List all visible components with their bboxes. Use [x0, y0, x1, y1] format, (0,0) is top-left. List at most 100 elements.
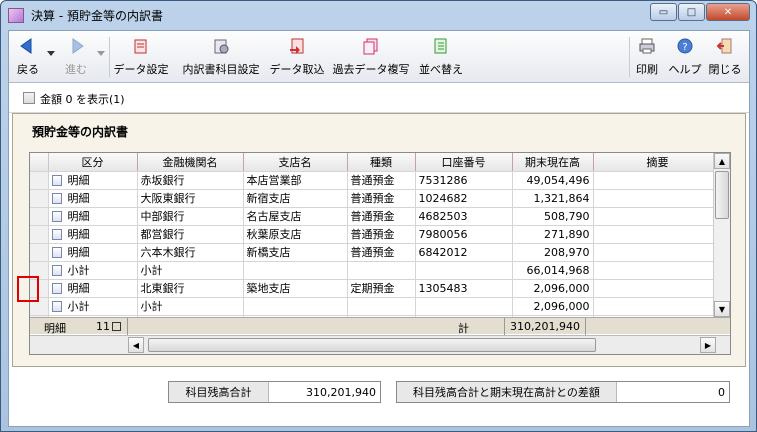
cell-account[interactable] [415, 261, 513, 280]
cell-type[interactable]: 普通預金 [347, 171, 416, 190]
row-selector[interactable] [30, 207, 49, 226]
cell-type[interactable]: 定期預金 [347, 279, 416, 298]
cell-account[interactable]: 7531286 [415, 171, 513, 190]
column-header[interactable]: 金融機関名 [137, 153, 244, 172]
cell-bank[interactable]: 小計 [137, 297, 244, 316]
cell-kubun[interactable]: 小計 [48, 297, 138, 316]
cell-type[interactable]: 普通預金 [347, 243, 416, 262]
cell-bank[interactable]: 小計 [137, 261, 244, 280]
cell-branch[interactable]: 名古屋支店 [243, 207, 348, 226]
cell-kubun[interactable]: 明細 [48, 243, 138, 262]
close-window-button[interactable]: ✕ [706, 3, 750, 21]
forward-button[interactable]: 進む [61, 35, 91, 79]
vertical-scroll-thumb[interactable] [715, 171, 729, 219]
cell-type[interactable]: 普通預金 [347, 189, 416, 208]
cell-kubun[interactable]: 明細 [48, 189, 138, 208]
cell-amount[interactable]: 208,970 [512, 243, 594, 262]
print-button[interactable]: 印刷 [633, 35, 661, 79]
scroll-down-icon[interactable]: ▼ [714, 301, 730, 317]
column-header[interactable]: 支店名 [243, 153, 348, 172]
table-row[interactable]: 明細 大阪東銀行 新宿支店 普通預金 1024682 1,321,864 [30, 189, 723, 208]
show-zero-label[interactable]: 金額 0 を表示(1) [40, 91, 125, 107]
minimize-button[interactable]: ▭ [650, 3, 677, 21]
table-row[interactable]: 明細 赤坂銀行 本店営業部 普通預金 7531286 49,054,496 [30, 171, 723, 190]
cell-amount[interactable]: 49,054,496 [512, 171, 594, 190]
vertical-scrollbar[interactable]: ▲ ▼ [713, 153, 730, 317]
back-dropdown-icon[interactable] [47, 51, 55, 56]
forward-dropdown-icon[interactable] [97, 51, 105, 56]
cell-memo[interactable] [593, 189, 723, 208]
cell-branch[interactable]: 築地支店 [243, 279, 348, 298]
table-row[interactable]: 明細 六本木銀行 新橋支店 普通預金 6842012 208,970 [30, 243, 723, 262]
cell-amount[interactable]: 271,890 [512, 225, 594, 244]
cell-type[interactable]: 普通預金 [347, 225, 416, 244]
cell-account[interactable]: 1305483 [415, 279, 513, 298]
cell-bank[interactable]: 北東銀行 [137, 279, 244, 298]
row-selector[interactable] [30, 189, 49, 208]
cell-branch[interactable]: 本店営業部 [243, 171, 348, 190]
cell-account[interactable] [415, 297, 513, 316]
table-row[interactable]: 明細 北東銀行 築地支店 定期預金 1305483 2,096,000 [30, 279, 723, 298]
cell-type[interactable] [347, 297, 416, 316]
copy-past-data-button[interactable]: 過去データ複写 [333, 35, 410, 79]
back-button[interactable]: 戻る [15, 35, 41, 79]
cell-bank[interactable]: 大阪東銀行 [137, 189, 244, 208]
cell-amount[interactable]: 2,096,000 [512, 279, 594, 298]
cell-kubun[interactable]: 明細 [48, 225, 138, 244]
table-row[interactable]: 小計 小計 66,014,968 [30, 261, 723, 280]
account-settings-button[interactable]: 内訳書科目設定 [179, 35, 263, 79]
column-header[interactable]: 種類 [347, 153, 416, 172]
cell-account[interactable]: 6842012 [415, 243, 513, 262]
scroll-up-icon[interactable]: ▲ [714, 153, 730, 169]
cell-branch[interactable]: 秋葉原支店 [243, 225, 348, 244]
cell-kubun[interactable]: 明細 [48, 207, 138, 226]
sort-button[interactable]: 並べ替え [417, 35, 465, 79]
cell-memo[interactable] [593, 225, 723, 244]
data-settings-button[interactable]: データ設定 [114, 35, 169, 79]
cell-type[interactable] [347, 261, 416, 280]
import-data-button[interactable]: データ取込 [270, 35, 325, 79]
horizontal-scrollbar[interactable]: ◀ ▶ [30, 335, 730, 354]
column-header[interactable]: 期末現在高 [512, 153, 594, 172]
row-selector[interactable] [30, 225, 49, 244]
column-header[interactable]: 区分 [48, 153, 138, 172]
scroll-right-icon[interactable]: ▶ [700, 337, 716, 353]
scroll-left-icon[interactable]: ◀ [128, 337, 144, 353]
cell-memo[interactable] [593, 207, 723, 226]
cell-kubun[interactable]: 明細 [48, 279, 138, 298]
cell-branch[interactable]: 新橋支店 [243, 243, 348, 262]
help-button[interactable]: ? ヘルプ [669, 35, 702, 79]
cell-branch[interactable] [243, 297, 348, 316]
show-zero-checkbox[interactable] [23, 92, 35, 104]
cell-bank[interactable]: 中部銀行 [137, 207, 244, 226]
cell-bank[interactable]: 六本木銀行 [137, 243, 244, 262]
cell-branch[interactable]: 新宿支店 [243, 189, 348, 208]
maximize-button[interactable]: □ [678, 3, 705, 21]
column-header[interactable]: 摘要 [593, 153, 723, 172]
cell-account[interactable]: 7980056 [415, 225, 513, 244]
close-button[interactable]: 閉じる [707, 35, 743, 79]
cell-branch[interactable] [243, 261, 348, 280]
table-row[interactable]: 明細 都営銀行 秋葉原支店 普通預金 7980056 271,890 [30, 225, 723, 244]
row-selector[interactable] [30, 243, 49, 262]
row-selector[interactable] [30, 171, 49, 190]
cell-memo[interactable] [593, 243, 723, 262]
cell-memo[interactable] [593, 297, 723, 316]
cell-kubun[interactable]: 明細 [48, 171, 138, 190]
horizontal-scroll-thumb[interactable] [148, 338, 596, 352]
cell-amount[interactable]: 2,096,000 [512, 297, 594, 316]
cell-amount[interactable]: 508,790 [512, 207, 594, 226]
cell-type[interactable]: 普通預金 [347, 207, 416, 226]
cell-memo[interactable] [593, 279, 723, 298]
cell-kubun[interactable]: 小計 [48, 261, 138, 280]
cell-bank[interactable]: 赤坂銀行 [137, 171, 244, 190]
table-row[interactable]: 小計 小計 2,096,000 [30, 297, 723, 316]
cell-bank[interactable]: 都営銀行 [137, 225, 244, 244]
cell-account[interactable]: 1024682 [415, 189, 513, 208]
table-row[interactable]: 明細 中部銀行 名古屋支店 普通預金 4682503 508,790 [30, 207, 723, 226]
cell-memo[interactable] [593, 171, 723, 190]
cell-memo[interactable] [593, 261, 723, 280]
cell-account[interactable]: 4682503 [415, 207, 513, 226]
cell-amount[interactable]: 66,014,968 [512, 261, 594, 280]
column-header[interactable]: 口座番号 [415, 153, 513, 172]
